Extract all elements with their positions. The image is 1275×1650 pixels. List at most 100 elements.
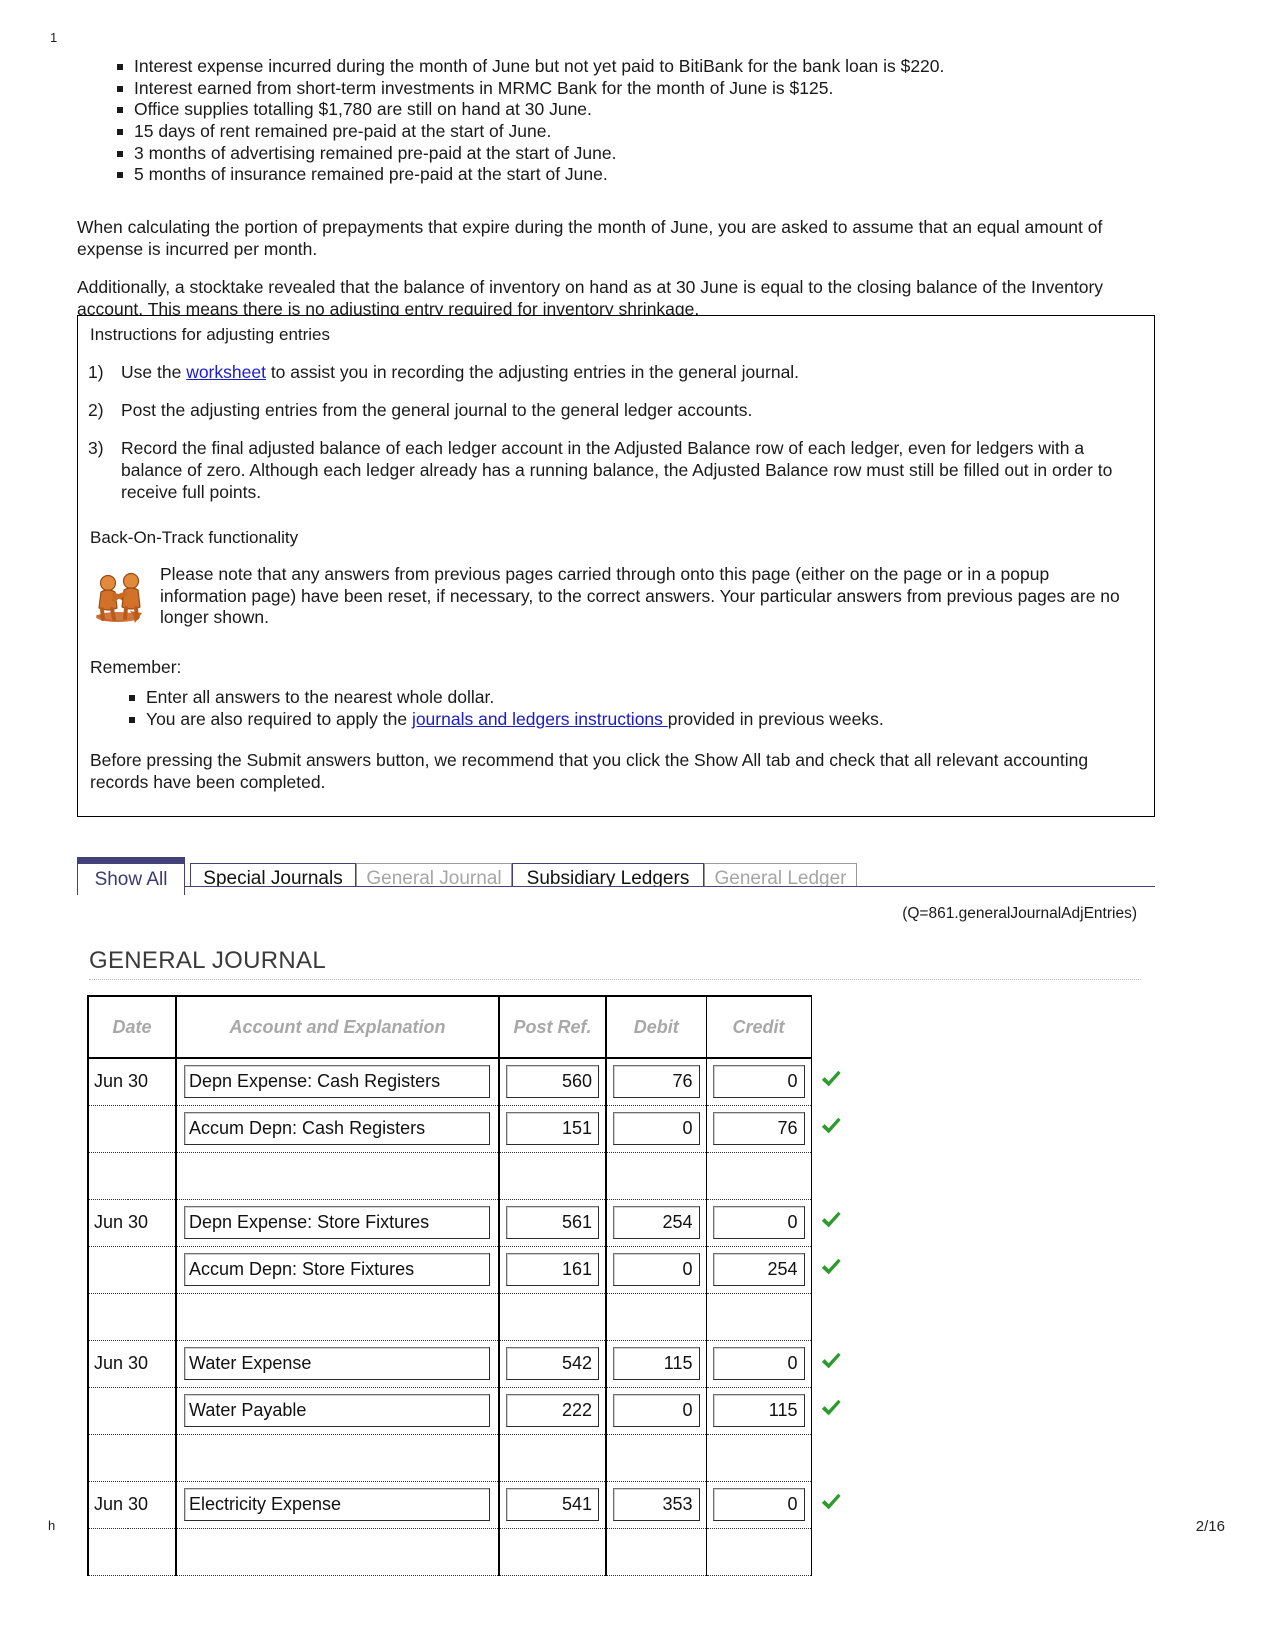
- check-mark-icon: [821, 1493, 841, 1510]
- document-page: 1 h 2/16 Interest expense incurred durin…: [0, 0, 1275, 1650]
- credit-input[interactable]: 254: [712, 1253, 805, 1286]
- cell-credit: 0: [706, 1340, 812, 1388]
- post-ref-input[interactable]: 561: [506, 1206, 599, 1239]
- general-journal-table: Date Account and Explanation Post Ref. D…: [87, 995, 852, 1576]
- page-number: 2/16: [1195, 1518, 1225, 1535]
- instruction-number: 2): [88, 400, 104, 420]
- credit-input[interactable]: 76: [712, 1112, 805, 1145]
- account-input[interactable]: Depn Expense: Store Fixtures: [184, 1206, 490, 1239]
- cell-month: [87, 1246, 128, 1294]
- cell-status: [811, 1434, 851, 1481]
- debit-input[interactable]: 0: [613, 1394, 700, 1427]
- instruction-text: Record the final adjusted balance of eac…: [121, 438, 1113, 502]
- cell-day: [128, 1387, 176, 1435]
- post-ref-input[interactable]: 560: [506, 1065, 599, 1099]
- credit-input[interactable]: 115: [712, 1394, 805, 1427]
- cell-status: [811, 1105, 851, 1152]
- instruction-text-before: Use the: [121, 362, 187, 382]
- cell-credit: [706, 1152, 812, 1200]
- cell-post-ref: 542: [499, 1340, 607, 1388]
- cell-account: Depn Expense: Store Fixtures: [175, 1199, 500, 1247]
- account-input[interactable]: Water Payable: [184, 1394, 490, 1427]
- worksheet-link[interactable]: worksheet: [186, 362, 266, 382]
- check-mark-icon: [821, 1070, 841, 1087]
- tab-show-all[interactable]: Show All: [77, 857, 185, 895]
- cell-credit: 0: [706, 1481, 812, 1529]
- cell-credit: [706, 1528, 812, 1576]
- cell-status: [811, 1528, 851, 1575]
- credit-input[interactable]: 0: [712, 1347, 805, 1380]
- cell-account: [175, 1528, 500, 1576]
- cell-debit: [606, 1434, 707, 1482]
- credit-input[interactable]: 0: [712, 1488, 805, 1521]
- debit-input[interactable]: 0: [613, 1112, 700, 1145]
- account-input[interactable]: Electricity Expense: [184, 1488, 490, 1521]
- cell-day: 30: [128, 1058, 176, 1106]
- cell-post-ref: 541: [499, 1481, 607, 1529]
- instructions-box: Instructions for adjusting entries 1) Us…: [77, 315, 1155, 817]
- cell-account: [175, 1152, 500, 1200]
- cell-post-ref: 161: [499, 1246, 607, 1294]
- debit-input[interactable]: 115: [613, 1347, 700, 1380]
- remember-text-before: You are also required to apply the: [146, 708, 412, 729]
- account-input[interactable]: Accum Depn: Cash Registers: [184, 1112, 490, 1145]
- cell-account: Depn Expense: Cash Registers: [175, 1058, 500, 1106]
- cell-credit: 0: [706, 1199, 812, 1247]
- check-mark-icon: [821, 1211, 841, 1228]
- list-item: You are also required to apply the journ…: [122, 709, 1132, 731]
- table-row: Jun 30 Water Expense 542 115 0: [87, 1340, 851, 1388]
- debit-input[interactable]: 0: [613, 1253, 700, 1286]
- cell-day: [128, 1246, 176, 1294]
- cell-account: Electricity Expense: [175, 1481, 500, 1529]
- cell-status: [811, 1387, 851, 1434]
- table-row-spacer: [87, 1434, 851, 1482]
- table-header-row: Date Account and Explanation Post Ref. D…: [87, 995, 851, 1059]
- back-on-track-text: Please note that any answers from previo…: [160, 564, 1120, 627]
- page-bottom-mark: h: [48, 1518, 56, 1533]
- cell-credit: 0: [706, 1058, 812, 1106]
- cell-credit: 254: [706, 1246, 812, 1294]
- cell-account: [175, 1434, 500, 1482]
- post-ref-input[interactable]: 541: [506, 1488, 599, 1521]
- list-item: 5 months of insurance remained pre-paid …: [110, 164, 1150, 185]
- cell-month: Jun: [87, 1481, 128, 1529]
- cell-month: Jun: [87, 1058, 128, 1106]
- table-row-spacer: [87, 1528, 851, 1576]
- cell-debit: 254: [606, 1199, 707, 1247]
- instruction-text-after: to assist you in recording the adjusting…: [265, 362, 800, 382]
- account-input[interactable]: Water Expense: [184, 1347, 490, 1380]
- account-input[interactable]: Accum Depn: Store Fixtures: [184, 1253, 490, 1286]
- credit-input[interactable]: 0: [712, 1065, 805, 1099]
- table-row: Jun 30 Depn Expense: Store Fixtures 561 …: [87, 1199, 851, 1247]
- post-ref-input[interactable]: 161: [506, 1253, 599, 1286]
- list-item: Office supplies totalling $1,780 are sti…: [110, 99, 1150, 120]
- cell-day: [128, 1528, 176, 1576]
- table-row: Water Payable 222 0 115: [87, 1387, 851, 1435]
- debit-input[interactable]: 76: [613, 1065, 700, 1099]
- cell-month: [87, 1152, 128, 1200]
- instruction-number: 3): [88, 438, 104, 458]
- intro-paragraph-1: When calculating the portion of prepayme…: [77, 216, 1103, 259]
- post-ref-input[interactable]: 542: [506, 1347, 599, 1380]
- cell-post-ref: [499, 1528, 607, 1576]
- debit-input[interactable]: 254: [613, 1206, 700, 1239]
- credit-input[interactable]: 0: [712, 1206, 805, 1239]
- post-ref-input[interactable]: 151: [506, 1112, 599, 1145]
- cell-month: [87, 1105, 128, 1153]
- back-on-track-row: Please note that any answers from previo…: [90, 561, 1140, 629]
- table-body: Jun 30 Depn Expense: Cash Registers 560 …: [87, 1058, 851, 1576]
- post-ref-input[interactable]: 222: [506, 1394, 599, 1427]
- cell-account: Water Expense: [175, 1340, 500, 1388]
- cell-month: [87, 1293, 128, 1341]
- instruction-item-3: 3) Record the final adjusted balance of …: [88, 437, 1143, 503]
- debit-input[interactable]: 353: [613, 1488, 700, 1521]
- cell-debit: [606, 1293, 707, 1341]
- remember-text-after: provided in previous weeks.: [667, 708, 884, 729]
- column-header-account: Account and Explanation: [175, 995, 500, 1059]
- account-input[interactable]: Depn Expense: Cash Registers: [184, 1065, 490, 1099]
- journals-and-ledgers-instructions-link[interactable]: journals and ledgers instructions: [412, 709, 668, 729]
- cell-account: Water Payable: [175, 1387, 500, 1435]
- remember-title: Remember:: [90, 657, 182, 677]
- cell-post-ref: 561: [499, 1199, 607, 1247]
- cell-account: Accum Depn: Store Fixtures: [175, 1246, 500, 1294]
